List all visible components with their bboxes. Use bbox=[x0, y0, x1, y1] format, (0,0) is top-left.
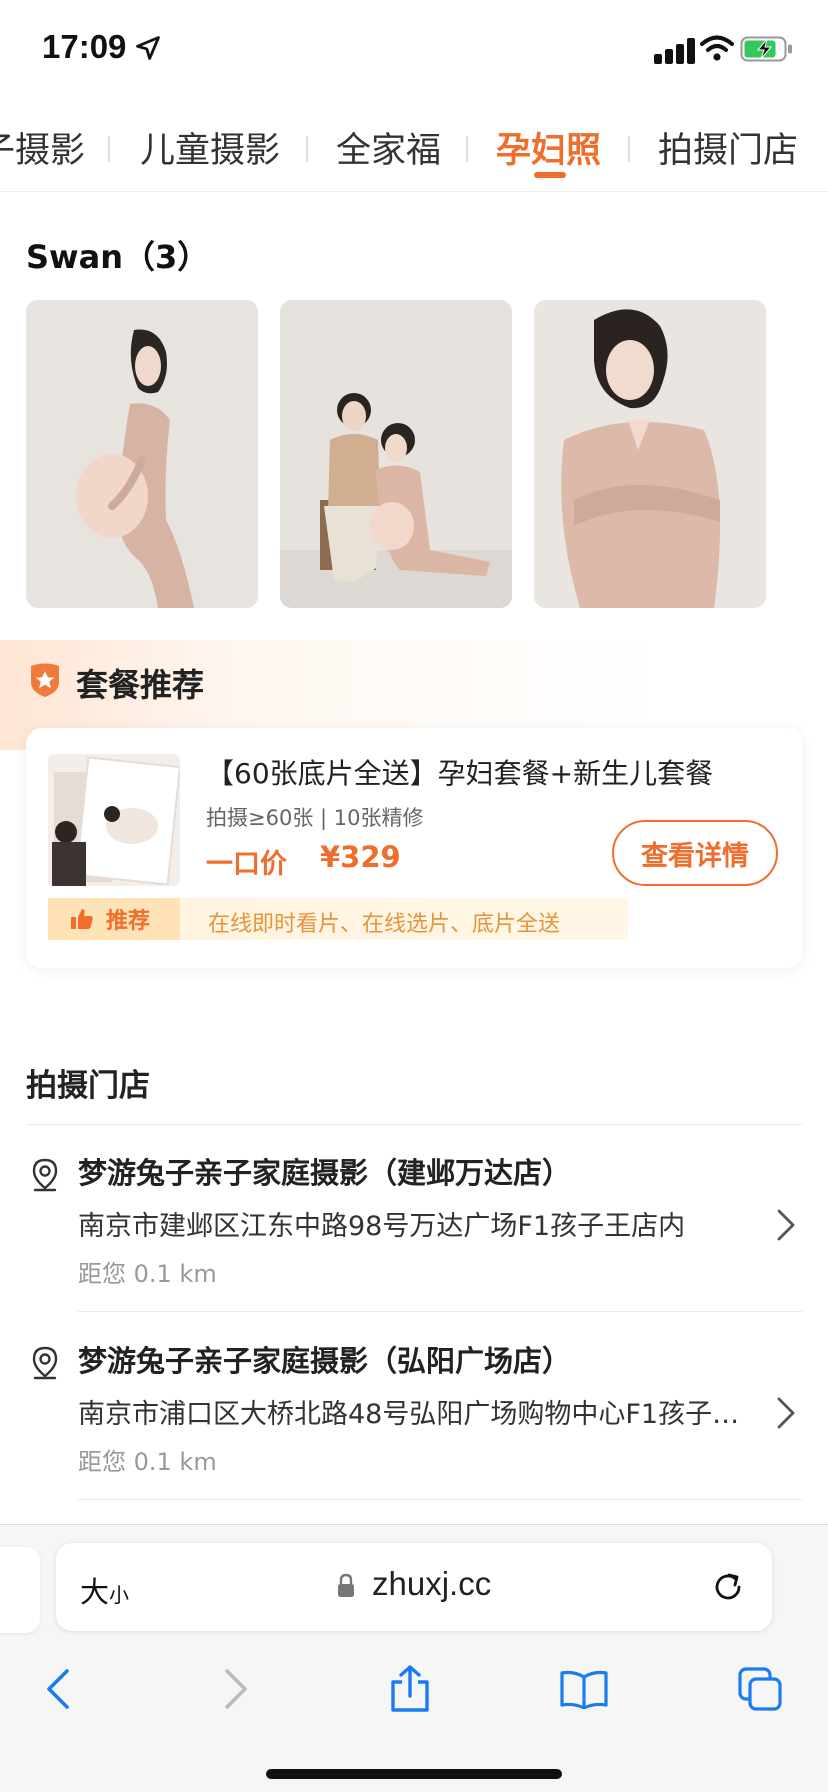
tab-studio-stores[interactable]: 拍摄门店 bbox=[658, 122, 798, 173]
store-name: 梦游兔子亲子家庭摄影（弘阳广场店） bbox=[78, 1344, 572, 1378]
tab-family-photo[interactable]: 全家福 bbox=[336, 122, 441, 173]
package-highlight-tag: 推荐 在线即时看片、在线选片、底片全送 bbox=[48, 898, 628, 940]
album-photo[interactable] bbox=[534, 300, 766, 608]
home-indicator bbox=[266, 1769, 562, 1779]
url-text[interactable]: zhuxj.cc bbox=[372, 1565, 491, 1603]
wifi-icon bbox=[700, 35, 734, 61]
chevron-right-icon[interactable] bbox=[776, 1208, 796, 1242]
previous-tab-preview[interactable] bbox=[0, 1547, 40, 1633]
stores-section-title: 拍摄门店 bbox=[26, 1068, 150, 1104]
location-pin-icon bbox=[32, 1346, 58, 1380]
package-thumbnail bbox=[48, 754, 180, 886]
battery-charging-icon bbox=[740, 36, 792, 62]
package-meta: 拍摄≥60张 | 10张精修 bbox=[206, 806, 424, 830]
package-card[interactable]: 【60张底片全送】孕妇套餐+新生儿套餐 拍摄≥60张 | 10张精修 一口价 ¥… bbox=[26, 728, 802, 968]
tab-separator bbox=[108, 136, 110, 162]
tab-maternity-photo[interactable]: 孕妇照 bbox=[496, 122, 601, 173]
share-icon bbox=[391, 1665, 429, 1712]
active-tab-indicator bbox=[534, 172, 566, 178]
store-name: 梦游兔子亲子家庭摄影（建邺万达店） bbox=[78, 1156, 572, 1190]
reload-icon[interactable] bbox=[710, 1569, 746, 1605]
text-size-label-small: 小 bbox=[109, 1583, 130, 1607]
address-bar[interactable]: 大小 zhuxj.cc bbox=[56, 1543, 772, 1631]
divider bbox=[78, 1499, 802, 1500]
star-badge-icon bbox=[31, 663, 59, 697]
bookmarks-button[interactable] bbox=[554, 1659, 614, 1719]
forward-button[interactable] bbox=[206, 1659, 266, 1719]
tabs-icon bbox=[738, 1667, 782, 1711]
chevron-left-icon bbox=[47, 1669, 69, 1709]
status-bar: 17:09 bbox=[0, 0, 828, 100]
cellular-signal-icon bbox=[654, 38, 695, 64]
album-photo[interactable] bbox=[280, 300, 512, 608]
album-title: Swan（3） bbox=[26, 238, 210, 276]
tab-separator bbox=[628, 136, 630, 162]
book-icon bbox=[560, 1670, 608, 1709]
lock-icon bbox=[338, 1573, 354, 1597]
thumbs-up-icon bbox=[71, 909, 93, 929]
text-size-label-big: 大 bbox=[80, 1575, 110, 1609]
chevron-right-icon[interactable] bbox=[776, 1396, 796, 1430]
tabs-button[interactable] bbox=[730, 1659, 790, 1719]
package-section-title: 套餐推荐 bbox=[76, 666, 205, 704]
share-button[interactable] bbox=[380, 1659, 440, 1719]
package-price: ¥329 bbox=[320, 840, 401, 874]
location-pin-icon bbox=[32, 1158, 58, 1192]
store-list-item[interactable]: 梦游兔子亲子家庭摄影（弘阳广场店） 南京市浦口区大桥北路48号弘阳广场购物中心F… bbox=[0, 1312, 828, 1500]
store-address: 南京市建邺区江东中路98号万达广场F1孩子王店内 bbox=[78, 1211, 686, 1242]
view-details-button[interactable]: 查看详情 bbox=[612, 820, 778, 886]
status-time: 17:09 bbox=[42, 28, 127, 65]
back-button[interactable] bbox=[28, 1659, 88, 1719]
tab-photography[interactable]: 子摄影 bbox=[0, 122, 85, 173]
store-distance: 距您 0.1 km bbox=[78, 1448, 217, 1476]
tab-separator bbox=[306, 136, 308, 162]
store-distance: 距您 0.1 km bbox=[78, 1260, 217, 1288]
store-list-item[interactable]: 梦游兔子亲子家庭摄影（建邺万达店） 南京市建邺区江东中路98号万达广场F1孩子王… bbox=[0, 1124, 828, 1312]
package-name: 【60张底片全送】孕妇套餐+新生儿套餐 bbox=[206, 757, 714, 790]
package-price-label: 一口价 bbox=[206, 849, 287, 880]
tab-children-photography[interactable]: 儿童摄影 bbox=[140, 122, 280, 173]
location-arrow-icon bbox=[136, 36, 160, 60]
text-size-button[interactable]: 大小 bbox=[80, 1569, 129, 1611]
tab-separator bbox=[466, 136, 468, 162]
store-address: 南京市浦口区大桥北路48号弘阳广场购物中心F1孩子王店内 bbox=[78, 1399, 754, 1430]
browser-toolbar: 大小 zhuxj.cc bbox=[0, 1524, 828, 1792]
recommend-badge: 推荐 bbox=[48, 898, 180, 940]
chevron-right-icon bbox=[225, 1669, 247, 1709]
recommend-badge-label: 推荐 bbox=[106, 909, 151, 934]
category-tab-bar: 子摄影 儿童摄影 全家福 孕妇照 拍摄门店 bbox=[0, 100, 828, 192]
package-highlight-text: 在线即时看片、在线选片、底片全送 bbox=[208, 912, 561, 937]
album-photo[interactable] bbox=[26, 300, 258, 608]
